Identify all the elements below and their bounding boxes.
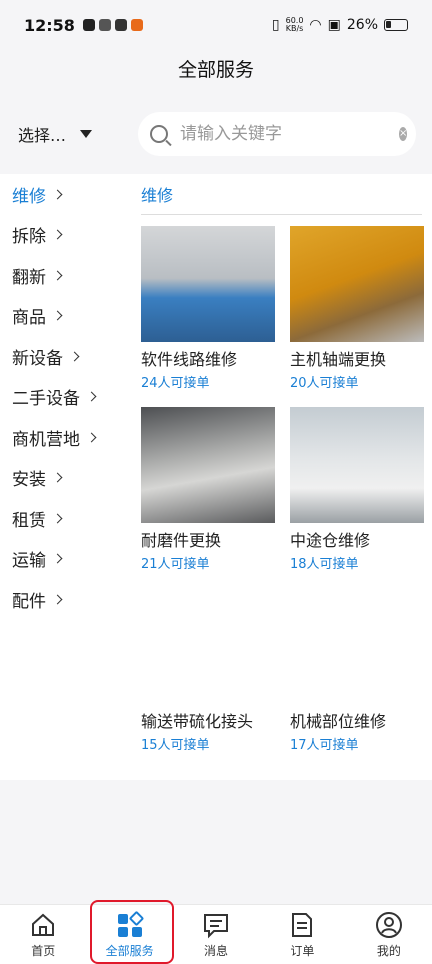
sidebar-item-label: 商机营地: [12, 429, 80, 450]
service-count: 24人可接单: [141, 376, 210, 391]
chevron-right-icon: [86, 391, 97, 402]
tab-label: 首页: [31, 944, 56, 958]
grid-icon: [117, 911, 144, 937]
status-bar: 12:58 ▯ 60.0 KB/s ◠ ▣ 26%: [0, 0, 432, 50]
chevron-right-icon: [52, 270, 63, 281]
category-selector[interactable]: 选择…: [0, 122, 120, 146]
network-speed: 60.0 KB/s: [285, 16, 304, 33]
service-card[interactable]: 中途仓维修 18人可接单: [290, 407, 424, 572]
sidebar-item-rental[interactable]: 租赁: [0, 498, 128, 539]
order-icon: [292, 913, 313, 937]
home-icon: [32, 913, 55, 936]
search-box[interactable]: ×: [138, 112, 416, 156]
sidebar-item-label: 商品: [12, 308, 46, 329]
clear-icon[interactable]: ×: [399, 127, 408, 141]
service-card[interactable]: 耐磨件更换 21人可接单: [141, 407, 275, 572]
service-card[interactable]: 软件线路维修 24人可接单: [141, 226, 275, 391]
chevron-right-icon: [52, 229, 63, 240]
service-card[interactable]: 输送带硫化接头 15人可接单: [141, 588, 275, 753]
chevron-right-icon: [52, 472, 63, 483]
sidebar-item-label: 拆除: [12, 227, 46, 248]
search-icon: [150, 125, 168, 143]
sim-icon: ▣: [327, 17, 341, 33]
chevron-right-icon: [52, 513, 63, 524]
service-name: 输送带硫化接头: [141, 712, 254, 731]
mixer-machine-image: [290, 226, 424, 342]
service-card[interactable]: 主机轴端更换 20人可接单: [290, 226, 424, 391]
tab-home[interactable]: 首页: [0, 905, 86, 964]
service-count: 20人可接单: [290, 376, 359, 391]
category-sidebar: 维修 拆除 翻新 商品 新设备 二手设备 商机营地 安装 租赁 运输 配件: [0, 174, 128, 780]
app-notification-icon: [82, 19, 95, 31]
sidebar-item-demolition[interactable]: 拆除: [0, 215, 128, 256]
sidebar-item-business-camp[interactable]: 商机营地: [0, 417, 128, 458]
wear-parts-image: [141, 407, 275, 523]
status-time: 12:58: [24, 15, 75, 35]
service-count: 21人可接单: [141, 557, 210, 572]
sidebar-item-label: 配件: [12, 591, 46, 612]
sidebar-item-label: 二手设备: [12, 389, 80, 410]
tab-label: 消息: [204, 944, 229, 958]
profile-icon: [375, 912, 402, 938]
app-notification-icon: [98, 19, 111, 31]
tab-profile[interactable]: 我的: [346, 905, 432, 964]
tab-messages[interactable]: 消息: [173, 905, 259, 964]
empty-image: [141, 588, 275, 704]
section-divider: [141, 214, 422, 215]
sidebar-item-installation[interactable]: 安装: [0, 458, 128, 499]
bottom-tab-bar: 首页 全部服务 消息 订单 我的: [0, 904, 432, 964]
battery-icon: [384, 19, 408, 31]
chevron-right-icon: [52, 310, 63, 321]
sidebar-item-parts[interactable]: 配件: [0, 579, 128, 620]
chevron-right-icon: [52, 594, 63, 605]
storage-bin-image: [290, 407, 424, 523]
sidebar-item-label: 租赁: [12, 510, 46, 531]
chevron-right-icon: [52, 553, 63, 564]
filter-row: 选择… ×: [0, 110, 432, 158]
sidebar-item-new-equipment[interactable]: 新设备: [0, 336, 128, 377]
wifi-icon: ◠: [309, 17, 322, 33]
section-title: 维修: [141, 186, 174, 205]
service-count: 17人可接单: [290, 738, 359, 753]
service-name: 软件线路维修: [141, 350, 238, 369]
sidebar-item-label: 翻新: [12, 267, 46, 288]
sidebar-item-refurbish[interactable]: 翻新: [0, 255, 128, 296]
page-title: 全部服务: [177, 59, 254, 81]
sidebar-item-used-equipment[interactable]: 二手设备: [0, 377, 128, 418]
tab-all-services[interactable]: 全部服务: [86, 905, 172, 964]
chevron-right-icon: [69, 351, 80, 362]
service-count: 18人可接单: [290, 557, 359, 572]
tab-label: 订单: [290, 944, 315, 958]
sidebar-item-label: 运输: [12, 551, 46, 572]
app-notification-icon: [114, 19, 127, 31]
battery-level: 26%: [346, 17, 378, 33]
caret-down-icon: [80, 130, 93, 138]
chevron-right-icon: [52, 189, 63, 200]
sidebar-item-label: 维修: [12, 186, 46, 207]
sidebar-item-repair[interactable]: 维修: [0, 174, 128, 215]
tab-orders[interactable]: 订单: [259, 905, 345, 964]
control-cabinet-image: [141, 226, 275, 342]
service-name: 主机轴端更换: [290, 350, 387, 369]
chevron-right-icon: [86, 432, 97, 443]
sidebar-item-label: 安装: [12, 470, 46, 491]
service-count: 15人可接单: [141, 738, 210, 753]
service-name: 中途仓维修: [290, 531, 371, 550]
app-notification-icon: [130, 19, 143, 31]
selector-label: 选择…: [18, 126, 67, 145]
tab-label: 全部服务: [105, 944, 154, 958]
sidebar-item-products[interactable]: 商品: [0, 296, 128, 337]
sidebar-item-label: 新设备: [12, 348, 63, 369]
empty-image: [290, 588, 424, 704]
message-icon: [204, 914, 229, 939]
service-name: 机械部位维修: [290, 712, 387, 731]
vibrate-icon: ▯: [271, 17, 280, 33]
tab-label: 我的: [376, 944, 401, 958]
search-input[interactable]: [180, 124, 399, 144]
service-card[interactable]: 机械部位维修 17人可接单: [290, 588, 424, 753]
service-name: 耐磨件更换: [141, 531, 222, 550]
service-content: 维修 软件线路维修 24人可接单 主机轴端更换 20人可接单 耐磨件更换 21人…: [128, 174, 432, 780]
sidebar-item-transport[interactable]: 运输: [0, 539, 128, 580]
